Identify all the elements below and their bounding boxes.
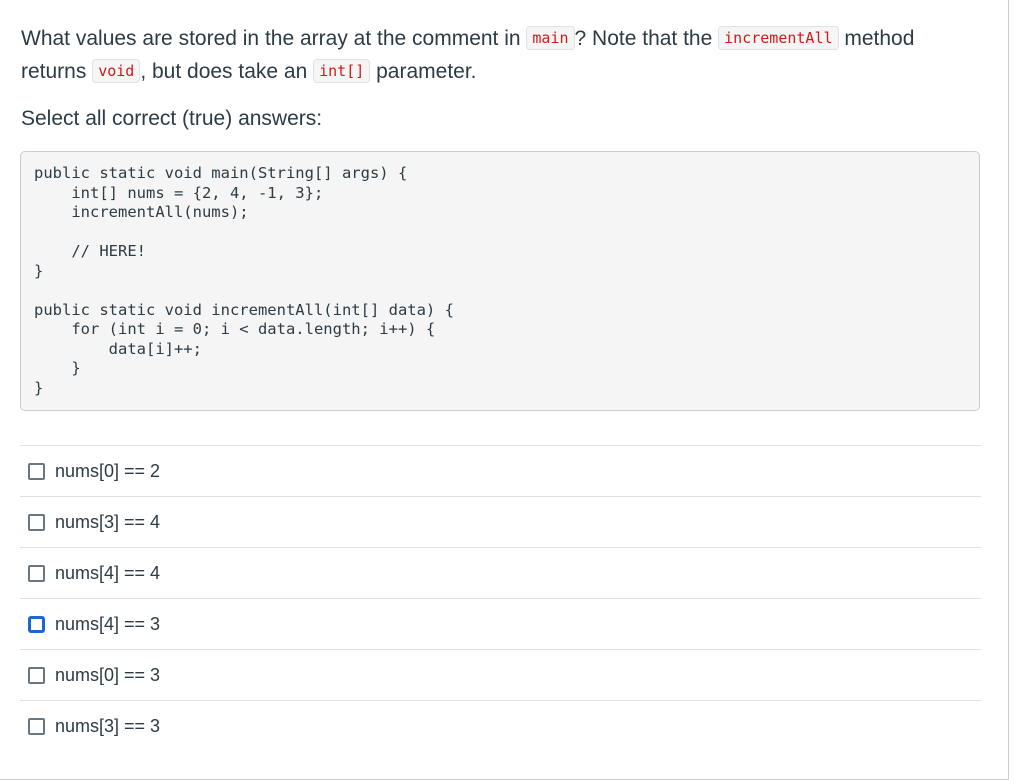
answer-option[interactable]: nums[3] == 4 (20, 496, 981, 547)
answer-list: nums[0] == 2 nums[3] == 4 nums[4] == 4 n… (20, 445, 981, 751)
answer-checkbox-focused[interactable] (28, 616, 45, 633)
answer-label[interactable]: nums[4] == 3 (55, 611, 160, 637)
code-block: public static void main(String[] args) {… (20, 151, 980, 411)
answer-checkbox[interactable] (28, 667, 45, 684)
answer-option[interactable]: nums[0] == 2 (20, 445, 981, 496)
question-text-segment: , but does take an (140, 60, 314, 83)
inline-code-incrementall: incrementAll (718, 26, 839, 50)
question-text: What values are stored in the array at t… (21, 22, 961, 88)
answer-option[interactable]: nums[4] == 4 (20, 547, 981, 598)
answer-option[interactable]: nums[3] == 3 (20, 700, 981, 751)
answer-label[interactable]: nums[3] == 3 (55, 713, 160, 739)
answer-label[interactable]: nums[0] == 2 (55, 458, 160, 484)
answer-checkbox[interactable] (28, 463, 45, 480)
answer-label[interactable]: nums[0] == 3 (55, 662, 160, 688)
question-text-segment: parameter. (370, 60, 477, 83)
inline-code-main: main (526, 26, 575, 50)
answer-option[interactable]: nums[4] == 3 (20, 598, 981, 649)
quiz-question-panel: What values are stored in the array at t… (0, 0, 1009, 780)
answer-label[interactable]: nums[3] == 4 (55, 509, 160, 535)
question-text-segment: What values are stored in the array at t… (21, 27, 527, 50)
answer-checkbox[interactable] (28, 514, 45, 531)
question-text-segment: ? Note that the (574, 27, 719, 50)
inline-code-int-array: int[] (313, 59, 371, 83)
answer-label[interactable]: nums[4] == 4 (55, 560, 160, 586)
answer-checkbox[interactable] (28, 565, 45, 582)
answer-instruction: Select all correct (true) answers: (21, 107, 323, 130)
answer-checkbox[interactable] (28, 718, 45, 735)
inline-code-void: void (92, 59, 141, 83)
answer-option[interactable]: nums[0] == 3 (20, 649, 981, 700)
